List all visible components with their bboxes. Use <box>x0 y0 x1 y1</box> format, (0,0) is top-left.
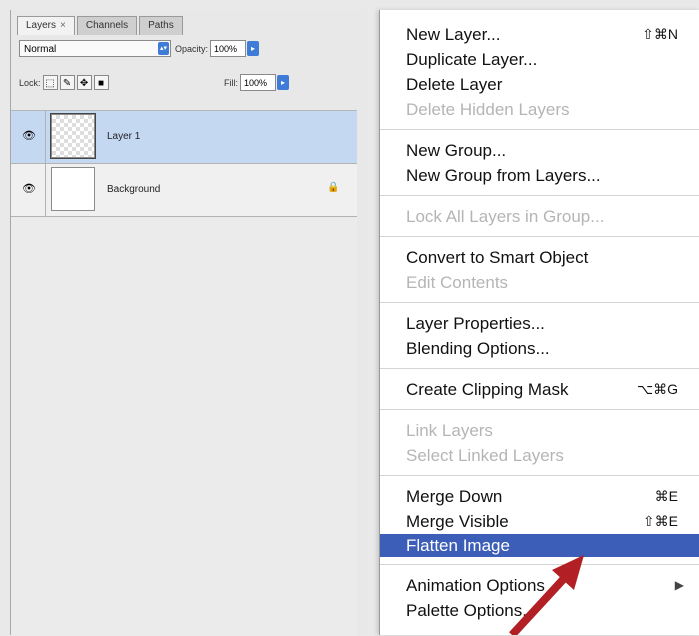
menu-item-label: Link Layers <box>406 421 493 440</box>
lock-row: Lock: ⬚ ✎ ✥ ■ Fill: 100% ▸ <box>19 74 359 91</box>
layer-row[interactable]: 👁 Layer 1 <box>11 111 357 164</box>
menu-item-label: Merge Down <box>406 487 503 506</box>
menu-item-label: Lock All Layers in Group... <box>406 207 605 226</box>
blend-row: Normal ▴▾ Opacity: 100% ▸ <box>19 40 260 57</box>
submenu-arrow-icon: ▶ <box>674 578 684 592</box>
menu-item-link-layers: Link Layers <box>380 418 699 443</box>
opacity-label: Opacity: <box>175 43 209 54</box>
lock-label: Lock: <box>19 77 41 88</box>
menu-item-label: Layer Properties... <box>406 314 545 333</box>
tab-paths[interactable]: Paths <box>139 16 183 35</box>
lock-move-icon[interactable]: ✥ <box>76 75 92 90</box>
layers-list: 👁 Layer 1 👁 Background 🔒 <box>11 110 357 636</box>
menu-separator <box>380 302 699 303</box>
menu-item-label: Convert to Smart Object <box>406 248 589 267</box>
menu-item-new-layer[interactable]: New Layer... ⇧⌘N <box>380 22 699 47</box>
fill-arrow-icon[interactable]: ▸ <box>277 75 289 90</box>
menu-item-blending-options[interactable]: Blending Options... <box>380 336 699 361</box>
fill-group: Fill: 100% ▸ <box>220 74 289 91</box>
menu-item-label: New Group from Layers... <box>406 166 601 185</box>
menu-separator <box>380 475 699 476</box>
menu-item-label: Duplicate Layer... <box>406 50 538 69</box>
menu-item-label: Delete Hidden Layers <box>406 100 570 119</box>
menu-item-label: Edit Contents <box>406 273 509 292</box>
fill-field[interactable]: 100% <box>240 74 276 91</box>
layer-row[interactable]: 👁 Background 🔒 <box>11 164 357 217</box>
opacity-field[interactable]: 100% <box>210 40 247 57</box>
menu-item-shortcut: ⇧⌘E <box>642 513 678 529</box>
menu-item-select-linked-layers: Select Linked Layers <box>380 443 699 468</box>
menu-separator <box>380 236 699 237</box>
menu-item-shortcut: ⇧⌘N <box>642 26 678 42</box>
layer-name: Layer 1 <box>107 131 141 142</box>
pointer-arrow-icon <box>509 555 584 635</box>
menu-item-new-group-from-layers[interactable]: New Group from Layers... <box>380 163 699 188</box>
layers-panel-menu: New Layer... ⇧⌘N Duplicate Layer... Delet… <box>379 10 699 635</box>
menu-item-merge-visible[interactable]: Merge Visible ⇧⌘E <box>380 509 699 534</box>
tab-channels[interactable]: Channels <box>76 16 138 35</box>
lock-transparent-icon[interactable]: ⬚ <box>42 75 58 90</box>
tab-channels-label: Channels <box>85 20 129 31</box>
tab-layers[interactable]: Layers × <box>17 16 75 35</box>
menu-item-duplicate-layer[interactable]: Duplicate Layer... <box>380 47 699 72</box>
tab-paths-label: Paths <box>148 20 174 31</box>
menu-item-label: Delete Layer <box>406 75 503 94</box>
select-arrows-icon: ▴▾ <box>158 42 169 55</box>
menu-item-merge-down[interactable]: Merge Down ⌘E <box>380 484 699 509</box>
layer-thumbnail <box>50 113 96 159</box>
menu-item-label: Flatten Image <box>406 536 510 555</box>
lock-icon: 🔒 <box>327 182 340 193</box>
eye-icon[interactable]: 👁 <box>21 182 37 196</box>
divider <box>45 164 46 216</box>
menu-item-delete-layer[interactable]: Delete Layer <box>380 72 699 97</box>
menu-item-delete-hidden-layers: Delete Hidden Layers <box>380 97 699 122</box>
close-icon[interactable]: × <box>60 20 66 31</box>
layer-name: Background <box>107 184 161 195</box>
menu-separator <box>380 129 699 130</box>
menu-item-lock-all-layers: Lock All Layers in Group... <box>380 204 699 229</box>
lock-paint-icon[interactable]: ✎ <box>59 75 75 90</box>
menu-item-label: Blending Options... <box>406 339 550 358</box>
tab-layers-label: Layers <box>26 20 57 31</box>
eye-icon[interactable]: 👁 <box>21 129 37 143</box>
opacity-arrow-icon[interactable]: ▸ <box>247 41 260 56</box>
blend-mode-value: Normal <box>24 44 57 55</box>
arrow-shaft <box>509 569 573 635</box>
lock-all-icon[interactable]: ■ <box>93 75 109 90</box>
fill-label: Fill: <box>224 77 238 88</box>
menu-item-create-clipping-mask[interactable]: Create Clipping Mask ⌥⌘G <box>380 377 699 402</box>
menu-item-label: Select Linked Layers <box>406 446 564 465</box>
menu-item-edit-contents: Edit Contents <box>380 270 699 295</box>
menu-separator <box>380 409 699 410</box>
menu-item-label: New Layer... <box>406 25 501 44</box>
panel-tabs: Layers × Channels Paths <box>17 16 185 35</box>
layer-thumbnail <box>51 167 95 211</box>
menu-item-label: Create Clipping Mask <box>406 380 569 399</box>
menu-separator <box>380 195 699 196</box>
menu-item-new-group[interactable]: New Group... <box>380 138 699 163</box>
menu-item-label: Merge Visible <box>406 512 509 531</box>
menu-item-shortcut: ⌥⌘G <box>636 381 678 397</box>
blend-mode-select[interactable]: Normal ▴▾ <box>19 40 171 57</box>
menu-item-layer-properties[interactable]: Layer Properties... <box>380 311 699 336</box>
menu-separator <box>380 368 699 369</box>
menu-item-label: New Group... <box>406 141 507 160</box>
divider <box>45 111 46 163</box>
menu-item-shortcut: ⌘E <box>654 488 678 504</box>
layers-panel: Layers × Channels Paths Normal ▴▾ Opacity… <box>10 10 367 636</box>
menu-item-convert-smart-object[interactable]: Convert to Smart Object <box>380 245 699 270</box>
